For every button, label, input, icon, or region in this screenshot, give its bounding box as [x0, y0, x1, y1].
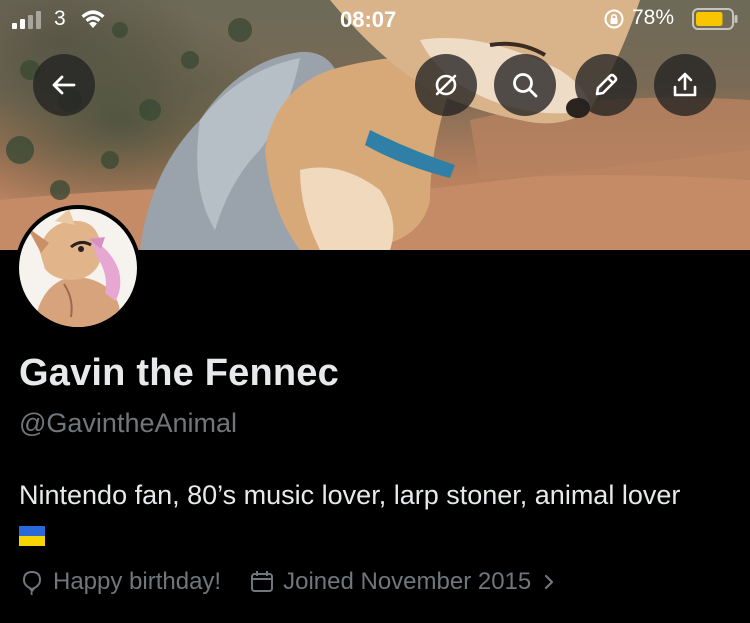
joined-date-item[interactable]: Joined November 2015 [249, 568, 557, 596]
signal-strength-icon [12, 11, 41, 29]
battery-icon [692, 8, 738, 30]
calendar-icon [251, 571, 274, 592]
edit-button[interactable] [575, 54, 637, 116]
share-icon [673, 72, 697, 97]
profile-meta: Happy birthday! Joined November 2015 [19, 566, 585, 598]
bio-text: Nintendo fan, 80’s music lover, larp sto… [19, 480, 681, 510]
profile-bio: Nintendo fan, 80’s music lover, larp sto… [19, 476, 739, 552]
birthday-text: Happy birthday! [53, 568, 222, 595]
carrier-label: 3 [54, 7, 66, 30]
arrow-left-icon [52, 75, 76, 95]
pencil-icon [595, 73, 618, 96]
chevron-right-icon [545, 574, 554, 590]
back-button[interactable] [33, 54, 95, 116]
grok-button[interactable] [415, 54, 477, 116]
birthday-item: Happy birthday! [19, 568, 221, 596]
search-icon [513, 73, 538, 98]
profile-handle: @GavintheAnimal [19, 408, 238, 438]
search-button[interactable] [494, 54, 556, 116]
battery-percentage: 78% [632, 6, 675, 29]
wifi-icon [81, 10, 105, 28]
balloon-icon [22, 570, 42, 595]
rotation-lock-icon [604, 9, 624, 29]
display-name: Gavin the Fennec [19, 352, 339, 394]
joined-date-text: Joined November 2015 [283, 568, 532, 595]
status-bar: 3 08:07 78% [0, 0, 750, 40]
ukraine-flag-emoji [19, 525, 45, 546]
grok-icon [435, 74, 457, 96]
status-time: 08:07 [340, 7, 397, 32]
share-button[interactable] [654, 54, 716, 116]
profile-avatar[interactable] [15, 205, 141, 331]
